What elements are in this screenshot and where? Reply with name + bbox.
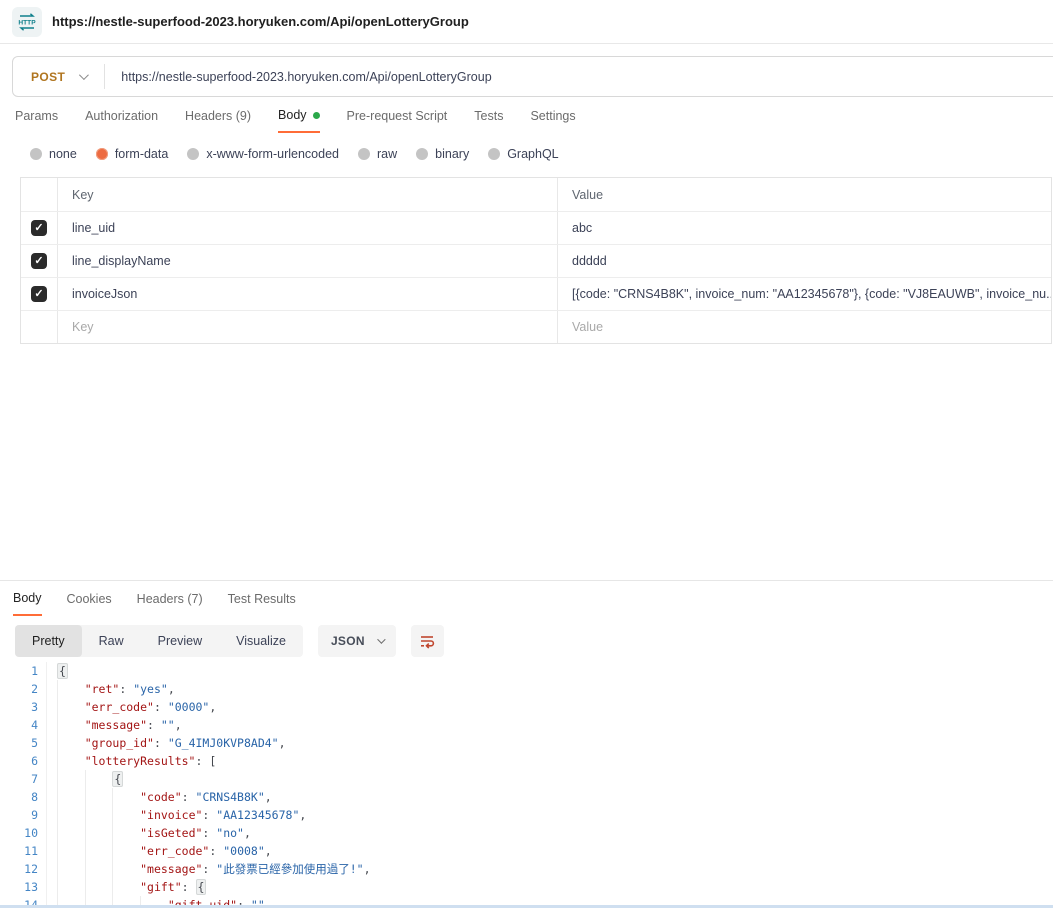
table-row: line_displayName ddddd [21, 244, 1051, 277]
green-dot-icon [313, 112, 320, 119]
request-tabs: Params Authorization Headers (9) Body Pr… [15, 108, 576, 133]
radio-x-www-form-urlencoded[interactable]: x-www-form-urlencoded [187, 147, 339, 161]
table-row: invoiceJson [{code: "CRNS4B8K", invoice_… [21, 277, 1051, 310]
wrap-lines-button[interactable] [411, 625, 444, 657]
response-tab-body[interactable]: Body [13, 591, 42, 616]
method-selector[interactable]: POST [13, 70, 104, 84]
code-line: 5 "group_id": "G_4IMJ0KVP8AD4", [0, 734, 1053, 752]
request-header: HTTP https://nestle-superfood-2023.horyu… [0, 0, 1053, 44]
tab-headers[interactable]: Headers (9) [185, 108, 251, 133]
code-line: 3 "err_code": "0000", [0, 698, 1053, 716]
code-line: 1{ [0, 662, 1053, 680]
response-divider [0, 580, 1053, 581]
view-mode-segmented-control: Pretty Raw Preview Visualize [15, 625, 303, 657]
view-preview[interactable]: Preview [141, 625, 219, 657]
code-line: 14 "gift_uid": "" [0, 896, 1053, 905]
value-cell[interactable]: abc [558, 212, 1051, 244]
code-line: 4 "message": "", [0, 716, 1053, 734]
language-label: JSON [331, 634, 365, 648]
chevron-down-icon [79, 70, 89, 80]
column-header-key: Key [58, 178, 558, 211]
key-cell[interactable]: invoiceJson [58, 278, 558, 310]
key-cell[interactable]: line_displayName [58, 245, 558, 277]
value-cell[interactable]: ddddd [558, 245, 1051, 277]
response-tab-cookies[interactable]: Cookies [67, 591, 112, 616]
body-mode-selector: none form-data x-www-form-urlencoded raw… [30, 147, 559, 161]
row-checkbox[interactable] [31, 286, 47, 302]
url-input[interactable]: https://nestle-superfood-2023.horyuken.c… [105, 70, 491, 84]
form-data-table: Key Value line_uid abc line_displayName … [20, 177, 1052, 344]
radio-graphql[interactable]: GraphQL [488, 147, 558, 161]
radio-icon [416, 148, 428, 160]
response-toolbar: Pretty Raw Preview Visualize JSON [15, 625, 444, 657]
code-line: 7 { [0, 770, 1053, 788]
code-line: 9 "invoice": "AA12345678", [0, 806, 1053, 824]
horizontal-scrollbar[interactable] [0, 905, 1053, 908]
request-title: https://nestle-superfood-2023.horyuken.c… [52, 14, 469, 29]
code-line: 2 "ret": "yes", [0, 680, 1053, 698]
table-header-row: Key Value [21, 178, 1051, 211]
table-row: line_uid abc [21, 211, 1051, 244]
radio-form-data[interactable]: form-data [96, 147, 169, 161]
code-lines: 1{2 "ret": "yes",3 "err_code": "0000",4 … [0, 662, 1053, 905]
wrap-lines-icon [418, 632, 436, 650]
request-url-bar: POST https://nestle-superfood-2023.horyu… [12, 56, 1053, 97]
tab-pre-request-script[interactable]: Pre-request Script [347, 108, 448, 133]
chevron-down-icon [377, 635, 385, 643]
view-pretty[interactable]: Pretty [15, 625, 82, 657]
key-placeholder[interactable]: Key [58, 311, 558, 343]
row-checkbox[interactable] [31, 253, 47, 269]
svg-text:HTTP: HTTP [18, 19, 36, 26]
radio-icon [187, 148, 199, 160]
method-label: POST [31, 70, 65, 84]
radio-icon [358, 148, 370, 160]
row-checkbox[interactable] [31, 220, 47, 236]
value-cell[interactable]: [{code: "CRNS4B8K", invoice_num: "AA1234… [558, 278, 1051, 310]
response-tabs: Body Cookies Headers (7) Test Results [13, 591, 296, 616]
response-tab-headers[interactable]: Headers (7) [137, 591, 203, 616]
radio-none[interactable]: none [30, 147, 77, 161]
response-body-viewer[interactable]: 1{2 "ret": "yes",3 "err_code": "0000",4 … [0, 662, 1053, 905]
key-cell[interactable]: line_uid [58, 212, 558, 244]
code-line: 12 "message": "此發票已經參加使用過了!", [0, 860, 1053, 878]
tab-authorization[interactable]: Authorization [85, 108, 158, 133]
response-tab-test-results[interactable]: Test Results [228, 591, 296, 616]
view-visualize[interactable]: Visualize [219, 625, 303, 657]
value-placeholder[interactable]: Value [558, 311, 1051, 343]
code-line: 13 "gift": { [0, 878, 1053, 896]
code-line: 6 "lotteryResults": [ [0, 752, 1053, 770]
code-line: 11 "err_code": "0008", [0, 842, 1053, 860]
radio-binary[interactable]: binary [416, 147, 469, 161]
http-request-icon: HTTP [12, 7, 42, 37]
tab-body[interactable]: Body [278, 108, 320, 133]
radio-icon [30, 148, 42, 160]
table-row-empty: Key Value [21, 310, 1051, 343]
code-line: 10 "isGeted": "no", [0, 824, 1053, 842]
language-selector[interactable]: JSON [318, 625, 396, 657]
view-raw[interactable]: Raw [82, 625, 141, 657]
tab-tests[interactable]: Tests [474, 108, 503, 133]
radio-icon [488, 148, 500, 160]
radio-raw[interactable]: raw [358, 147, 397, 161]
radio-icon [96, 148, 108, 160]
tab-settings[interactable]: Settings [530, 108, 575, 133]
code-line: 8 "code": "CRNS4B8K", [0, 788, 1053, 806]
column-header-value: Value [558, 178, 1051, 211]
tab-params[interactable]: Params [15, 108, 58, 133]
